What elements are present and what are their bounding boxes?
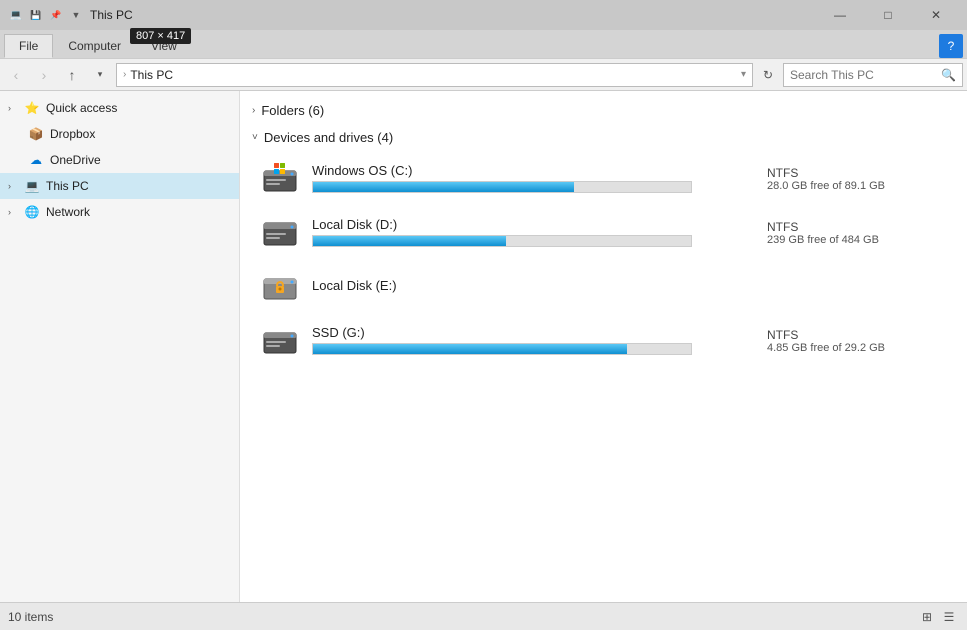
drive-space-c: 28.0 GB free of 89.1 GB bbox=[767, 180, 885, 192]
tab-computer[interactable]: Computer bbox=[53, 34, 136, 58]
back-button[interactable]: ‹ bbox=[4, 63, 28, 87]
pin-icon: 📌 bbox=[48, 7, 64, 23]
this-pc-expand-icon: › bbox=[8, 181, 18, 191]
window-icon: 💻 bbox=[8, 7, 24, 23]
title-bar-icons: 💻 💾 📌 ▼ bbox=[8, 7, 84, 23]
tab-file[interactable]: File bbox=[4, 34, 53, 58]
quick-access-label: Quick access bbox=[46, 101, 117, 115]
dimension-tooltip: 807 × 417 bbox=[130, 28, 191, 44]
sidebar-item-dropbox[interactable]: 📦 Dropbox bbox=[0, 121, 239, 147]
list-view-button[interactable]: ☰ bbox=[939, 607, 959, 627]
address-text: This PC bbox=[130, 68, 173, 82]
window-controls: — □ ✕ bbox=[817, 0, 959, 30]
drive-bar-c bbox=[312, 181, 692, 193]
address-bar[interactable]: › This PC ▾ bbox=[116, 63, 753, 87]
drive-bar-d bbox=[312, 235, 692, 247]
drive-space-d: 239 GB free of 484 GB bbox=[767, 234, 879, 246]
drive-name-g: SSD (G:) bbox=[312, 325, 755, 340]
save-icon: 💾 bbox=[28, 7, 44, 23]
window-title: This PC bbox=[90, 8, 817, 22]
onedrive-icon: ☁ bbox=[28, 152, 44, 168]
drive-fs-d: NTFS bbox=[767, 220, 798, 234]
drive-item-e[interactable]: Local Disk (E:) bbox=[252, 261, 955, 313]
drive-right-c: NTFS 28.0 GB free of 89.1 GB bbox=[767, 166, 947, 192]
address-dropdown-icon[interactable]: ▾ bbox=[741, 69, 746, 80]
drive-bar-g bbox=[312, 343, 692, 355]
drive-icon-e bbox=[260, 267, 300, 307]
folders-chevron-icon: › bbox=[252, 105, 255, 116]
dropbox-icon: 📦 bbox=[28, 126, 44, 142]
network-expand-icon: › bbox=[8, 207, 18, 217]
title-bar: 💻 💾 📌 ▼ This PC 807 × 417 — □ ✕ bbox=[0, 0, 967, 30]
drive-fill-d bbox=[313, 236, 506, 246]
drive-space-g: 4.85 GB free of 29.2 GB bbox=[767, 342, 885, 354]
drive-fs-g: NTFS bbox=[767, 328, 798, 342]
maximize-button[interactable]: □ bbox=[865, 0, 911, 30]
sidebar-item-this-pc[interactable]: › 💻 This PC bbox=[0, 173, 239, 199]
drive-right-d: NTFS 239 GB free of 484 GB bbox=[767, 220, 947, 246]
navigation-bar: ‹ › ↑ ▾ › This PC ▾ ↻ 🔍 bbox=[0, 59, 967, 91]
drive-fs-c: NTFS bbox=[767, 166, 798, 180]
drives-section-header[interactable]: ˅ Devices and drives (4) bbox=[252, 126, 955, 149]
drive-info-c: Windows OS (C:) bbox=[312, 163, 755, 195]
drives-chevron-icon: ˅ bbox=[252, 132, 258, 143]
sidebar: › ⭐ Quick access 📦 Dropbox ☁ OneDrive › … bbox=[0, 91, 240, 603]
dropdown-arrow-icon[interactable]: ▼ bbox=[68, 7, 84, 23]
drive-right-g: NTFS 4.85 GB free of 29.2 GB bbox=[767, 328, 947, 354]
drive-info-e: Local Disk (E:) bbox=[312, 278, 755, 296]
drive-icon-g bbox=[260, 321, 300, 361]
dropbox-label: Dropbox bbox=[50, 127, 95, 141]
search-icon: 🔍 bbox=[941, 68, 956, 82]
minimize-button[interactable]: — bbox=[817, 0, 863, 30]
content-area: › Folders (6) ˅ Devices and drives (4) bbox=[240, 91, 967, 603]
view-toggle: ⊞ ☰ bbox=[917, 607, 959, 627]
this-pc-icon: 💻 bbox=[24, 178, 40, 194]
close-button[interactable]: ✕ bbox=[913, 0, 959, 30]
folders-section-header[interactable]: › Folders (6) bbox=[252, 99, 955, 122]
folders-section-title: Folders (6) bbox=[261, 103, 324, 118]
quick-access-icon: ⭐ bbox=[24, 100, 40, 116]
main-layout: › ⭐ Quick access 📦 Dropbox ☁ OneDrive › … bbox=[0, 91, 967, 603]
drive-item-g[interactable]: SSD (G:) NTFS 4.85 GB free of 29.2 GB bbox=[252, 315, 955, 367]
recent-locations-button[interactable]: ▾ bbox=[88, 63, 112, 87]
drive-icon-d bbox=[260, 213, 300, 253]
onedrive-label: OneDrive bbox=[50, 153, 101, 167]
sidebar-item-quick-access[interactable]: › ⭐ Quick access bbox=[0, 95, 239, 121]
drive-item-c[interactable]: Windows OS (C:) NTFS 28.0 GB free of 89.… bbox=[252, 153, 955, 205]
address-chevron-icon: › bbox=[123, 69, 126, 80]
up-button[interactable]: ↑ bbox=[60, 63, 84, 87]
drives-list: Windows OS (C:) NTFS 28.0 GB free of 89.… bbox=[252, 153, 955, 367]
search-input[interactable] bbox=[790, 68, 937, 82]
search-bar[interactable]: 🔍 bbox=[783, 63, 963, 87]
details-view-button[interactable]: ⊞ bbox=[917, 607, 937, 627]
drives-section-title: Devices and drives (4) bbox=[264, 130, 393, 145]
this-pc-label: This PC bbox=[46, 179, 89, 193]
drive-icon-c bbox=[260, 159, 300, 199]
status-count: 10 items bbox=[8, 610, 917, 624]
expand-icon: › bbox=[8, 103, 18, 113]
sidebar-item-onedrive[interactable]: ☁ OneDrive bbox=[0, 147, 239, 173]
drive-fill-c bbox=[313, 182, 574, 192]
sidebar-item-network[interactable]: › 🌐 Network bbox=[0, 199, 239, 225]
network-icon: 🌐 bbox=[24, 204, 40, 220]
network-label: Network bbox=[46, 205, 90, 219]
drive-fill-g bbox=[313, 344, 627, 354]
help-button[interactable]: ? bbox=[939, 34, 963, 58]
drive-name-d: Local Disk (D:) bbox=[312, 217, 755, 232]
forward-button[interactable]: › bbox=[32, 63, 56, 87]
drive-name-c: Windows OS (C:) bbox=[312, 163, 755, 178]
refresh-button[interactable]: ↻ bbox=[757, 64, 779, 86]
drive-name-e: Local Disk (E:) bbox=[312, 278, 755, 293]
drive-item-d[interactable]: Local Disk (D:) NTFS 239 GB free of 484 … bbox=[252, 207, 955, 259]
drive-info-d: Local Disk (D:) bbox=[312, 217, 755, 249]
drive-info-g: SSD (G:) bbox=[312, 325, 755, 357]
status-bar: 10 items ⊞ ☰ bbox=[0, 602, 967, 630]
